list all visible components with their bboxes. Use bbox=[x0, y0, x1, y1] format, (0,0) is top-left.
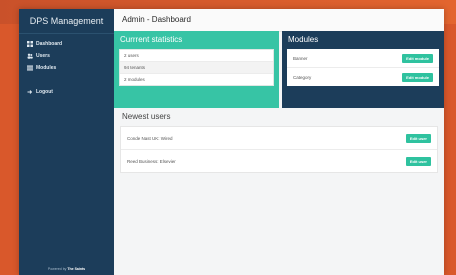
list-item: Reed Business: Elsevier Edit user bbox=[121, 150, 437, 172]
dashboard-icon bbox=[27, 41, 33, 47]
users-icon bbox=[27, 53, 33, 59]
sidebar-item-modules[interactable]: Modules bbox=[19, 62, 114, 74]
module-name: Banner bbox=[293, 55, 308, 61]
sidebar-item-label: Logout bbox=[36, 89, 53, 95]
statistics-list: 2 users 94 tenants 2 modules bbox=[119, 49, 274, 86]
app-window: DPS Management Dashboard Users Modules L… bbox=[19, 9, 444, 275]
footer-prefix: Powered by bbox=[47, 267, 67, 271]
edit-user-button[interactable]: Edit user bbox=[405, 133, 431, 143]
newest-users-list: Conde Nast UK: Wired Edit user Reed Busi… bbox=[120, 126, 438, 173]
page-title: Admin - Dashboard bbox=[114, 9, 444, 32]
logout-arrow-icon bbox=[27, 89, 33, 95]
module-name: Category bbox=[293, 74, 312, 80]
sidebar-item-label: Dashboard bbox=[36, 41, 63, 47]
edit-user-button[interactable]: Edit user bbox=[405, 156, 431, 166]
app-title: DPS Management bbox=[19, 9, 114, 34]
sidebar-nav: Dashboard Users Modules Logout bbox=[19, 38, 114, 98]
list-item: Category Edit module bbox=[287, 68, 439, 86]
sidebar: DPS Management Dashboard Users Modules L… bbox=[19, 9, 114, 275]
user-name: Conde Nast UK: Wired bbox=[127, 135, 173, 141]
edit-module-button[interactable]: Edit module bbox=[402, 72, 433, 82]
sidebar-item-dashboard[interactable]: Dashboard bbox=[19, 38, 114, 50]
list-item: Conde Nast UK: Wired Edit user bbox=[121, 127, 437, 150]
footer-brand[interactable]: The Saints bbox=[67, 267, 85, 271]
sidebar-footer: Powered by The Saints bbox=[19, 267, 114, 271]
modules-panel: Modules Banner Edit module Category Edit… bbox=[282, 31, 444, 108]
statistic-users: 2 users bbox=[120, 50, 273, 62]
modules-icon bbox=[27, 65, 33, 71]
sidebar-item-users[interactable]: Users bbox=[19, 50, 114, 62]
modules-heading: Modules bbox=[288, 35, 319, 44]
user-name: Reed Business: Elsevier bbox=[127, 158, 176, 164]
modules-list: Banner Edit module Category Edit module bbox=[287, 49, 439, 86]
main-content: Admin - Dashboard Currrent statistics 2 … bbox=[114, 9, 444, 275]
sidebar-item-label: Modules bbox=[36, 65, 57, 71]
newest-users-heading: Newest users bbox=[122, 112, 171, 121]
statistic-modules: 2 modules bbox=[124, 77, 145, 82]
overview-panels: Currrent statistics 2 users 94 tenants 2… bbox=[114, 31, 444, 108]
newest-users-panel: Newest users Conde Nast UK: Wired Edit u… bbox=[114, 108, 444, 180]
statistic-tenants: 94 tenants bbox=[120, 62, 273, 74]
sidebar-item-logout[interactable]: Logout bbox=[19, 86, 114, 98]
current-statistics-panel: Currrent statistics 2 users 94 tenants 2… bbox=[114, 31, 279, 108]
list-item: Banner Edit module bbox=[287, 49, 439, 68]
sidebar-item-label: Users bbox=[36, 53, 50, 59]
statistics-heading: Currrent statistics bbox=[120, 35, 183, 44]
edit-module-button[interactable]: Edit module bbox=[402, 53, 433, 63]
